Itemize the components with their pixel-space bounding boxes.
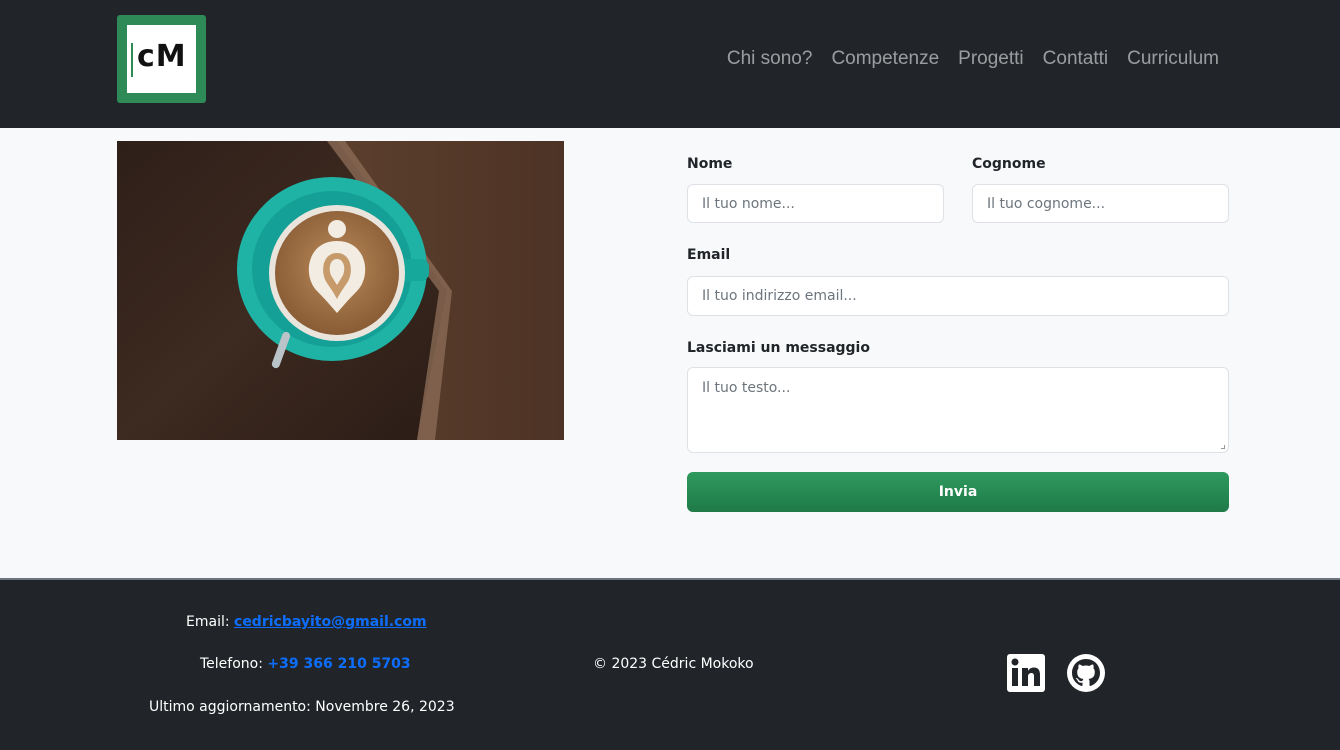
nav-item-competenze[interactable]: Competenze <box>831 47 939 71</box>
message-placeholder: Il tuo testo... <box>702 380 791 396</box>
logo-text: cM <box>137 39 187 74</box>
footer-copyright: © 2023 Cédric Mokoko <box>593 656 754 672</box>
nome-input[interactable]: Il tuo nome... <box>687 184 944 223</box>
footer-email: Email: cedricbayito@gmail.com <box>186 614 427 630</box>
coffee-image <box>117 141 564 440</box>
logo-bar <box>131 43 133 77</box>
message-label: Lasciami un messaggio <box>687 340 870 356</box>
cognome-placeholder: Il tuo cognome... <box>987 195 1106 212</box>
nav-item-curriculum[interactable]: Curriculum <box>1127 47 1219 71</box>
footer: Email: cedricbayito@gmail.com Telefono: … <box>0 578 1340 750</box>
nav-item-progetti[interactable]: Progetti <box>958 47 1023 71</box>
logo[interactable]: cM <box>117 15 206 103</box>
nome-placeholder: Il tuo nome... <box>702 195 795 212</box>
cognome-input[interactable]: Il tuo cognome... <box>972 184 1229 223</box>
email-placeholder: Il tuo indirizzo email... <box>702 288 857 304</box>
footer-email-link[interactable]: cedricbayito@gmail.com <box>234 614 427 630</box>
message-textarea[interactable]: Il tuo testo... <box>687 367 1229 453</box>
submit-button[interactable]: Invia <box>687 472 1229 512</box>
nav-menu: Chi sono? Competenze Progetti Contatti C… <box>708 47 1219 71</box>
navbar: cM Chi sono? Competenze Progetti Contatt… <box>0 0 1340 128</box>
cognome-label: Cognome <box>972 156 1046 172</box>
nav-item-contatti[interactable]: Contatti <box>1043 47 1108 71</box>
nome-label: Nome <box>687 156 733 172</box>
coffee-photo <box>117 141 564 440</box>
logo-inner: cM <box>127 25 196 93</box>
github-icon[interactable] <box>1066 653 1106 693</box>
email-label: Email <box>687 247 731 263</box>
footer-updated: Ultimo aggiornamento: Novembre 26, 2023 <box>149 699 455 715</box>
email-input[interactable]: Il tuo indirizzo email... <box>687 276 1229 316</box>
linkedin-icon[interactable] <box>1006 653 1046 693</box>
resize-handle[interactable] <box>1221 445 1225 449</box>
footer-phone-label: Telefono: <box>200 656 263 672</box>
footer-phone: Telefono: +39 366 210 5703 <box>200 656 411 672</box>
footer-phone-link[interactable]: +39 366 210 5703 <box>267 656 410 672</box>
footer-email-label: Email: <box>186 614 230 630</box>
nav-item-chi-sono[interactable]: Chi sono? <box>727 47 813 71</box>
